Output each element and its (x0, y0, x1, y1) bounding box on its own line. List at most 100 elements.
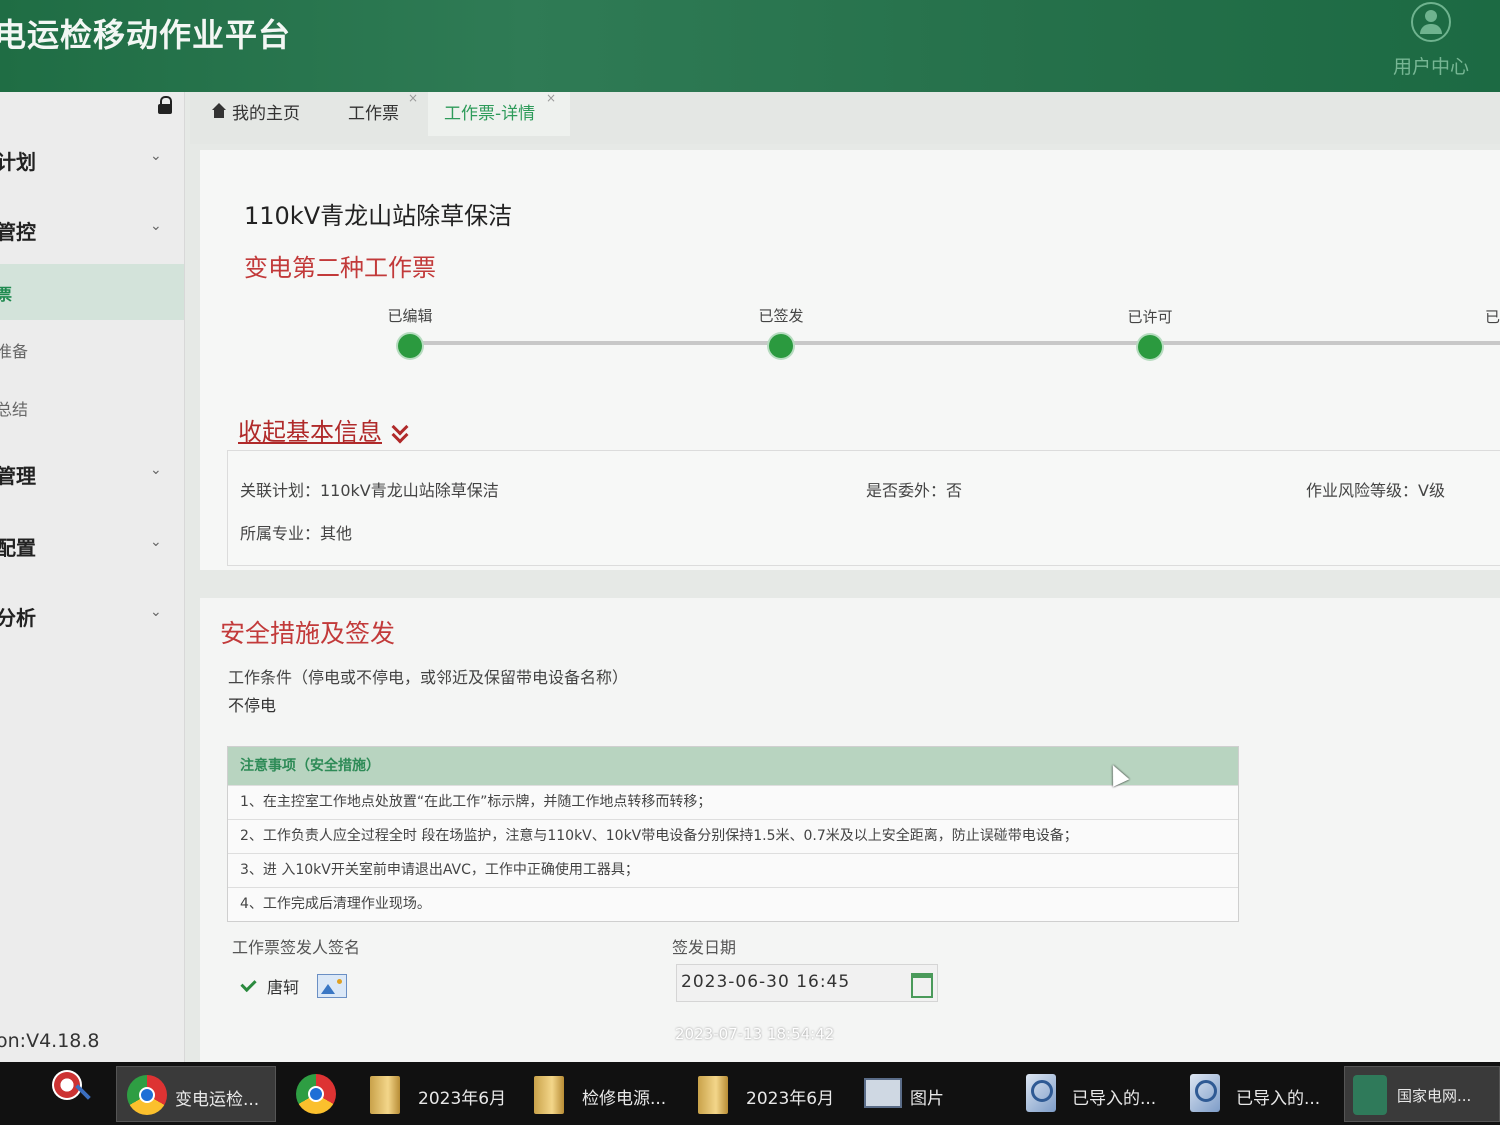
issue-date-label: 签发日期 (672, 938, 737, 957)
taskbar-item-pictures[interactable]: 图片 (856, 1066, 1006, 1122)
tab-work-ticket[interactable]: 工作票 × (332, 91, 438, 136)
user-icon (1411, 2, 1451, 42)
step-next: 已 (1430, 306, 1500, 327)
step-label: 已编辑 (387, 307, 433, 325)
tab-label: 我的主页 (232, 104, 300, 124)
signer-label: 工作票签发人签名 (232, 938, 361, 957)
taskbar-label: 国家电网... (1397, 1087, 1472, 1105)
sidebar-item-config[interactable]: 配置 ⌄ (0, 526, 184, 566)
signer-name: 唐轲 (267, 978, 300, 997)
close-icon[interactable]: × (546, 76, 556, 120)
step-label: 已签发 (758, 307, 804, 325)
ticket-detail-panel: 110kV青龙山站除草保洁 变电第二种工作票 已编辑 已签发 已许可 已 收起基… (200, 150, 1500, 570)
folder-icon (698, 1076, 728, 1114)
taskbar-item-browser[interactable] (286, 1066, 350, 1122)
risk-level: 作业风险等级：Ⅴ级 (1306, 481, 1445, 500)
taskbar-label: 已导入的... (1072, 1089, 1157, 1109)
top-header: 电运检移动作业平台 用户中心 (0, 0, 1500, 92)
chrome-icon (296, 1074, 336, 1114)
precaution-row: 3、进 入10kV开关室前申请退出AVC，工作中正确使用工器具； (228, 853, 1238, 887)
taskbar-item-browser-active[interactable]: 变电运检... (116, 1066, 276, 1122)
chrome-icon (127, 1075, 167, 1115)
sidebar-item-summary[interactable]: 总结 (0, 392, 184, 422)
issue-date-value: 2023-06-30 16:45 (681, 972, 851, 992)
version-label: on:V4.18.8 (0, 1030, 100, 1052)
sidebar-item-label: 总结 (0, 400, 29, 419)
precaution-row: 4、工作完成后清理作业现场。 (228, 887, 1238, 921)
sidebar-item-plan[interactable]: 计划 ⌄ (0, 140, 184, 180)
taskbar-item-import[interactable]: 已导入的... (1182, 1066, 1342, 1122)
import-icon (1026, 1074, 1056, 1112)
calendar-icon[interactable] (911, 973, 933, 998)
sidebar-item-label: 管理 (0, 464, 36, 488)
step-label: 已许可 (1127, 308, 1173, 326)
precaution-row: 2、工作负责人应全过程全时 段在场监护，注意与110kV、10kV带电设备分别保… (228, 819, 1238, 853)
signature-image-icon[interactable] (317, 974, 347, 998)
taskbar: 变电运检... 2023年6月 检修电源... 2023年6月 图片 已导入的.… (0, 1062, 1500, 1125)
section-title: 安全措施及签发 (220, 619, 396, 648)
precautions-table: 注意事项（安全措施） 1、在主控室工作地点处放置“在此工作”标示牌，并随工作地点… (227, 746, 1239, 922)
chevron-down-icon: ⌄ (150, 148, 162, 164)
step-issued: 已签发 (721, 305, 841, 358)
issue-date-field[interactable]: 2023-06-30 16:45 (676, 964, 938, 1002)
import-icon (1190, 1074, 1220, 1112)
taskbar-label: 已导入的... (1236, 1089, 1321, 1109)
specialty: 所属专业：其他 (240, 524, 353, 543)
lock-icon[interactable] (157, 96, 173, 114)
sidebar-item-label: 管控 (0, 220, 36, 244)
step-dot (769, 334, 793, 358)
sidebar-item-control[interactable]: 管控 ⌄ (0, 210, 184, 250)
precautions-header: 注意事项（安全措施） (228, 747, 1238, 785)
snipping-tool-icon[interactable] (52, 1070, 96, 1114)
taskbar-label: 变电运检... (175, 1090, 260, 1110)
step-permitted: 已许可 (1090, 306, 1210, 359)
taskbar-item-folder[interactable]: 检修电源... (526, 1066, 686, 1122)
close-icon[interactable]: × (408, 76, 418, 120)
sidebar-item-label: 准备 (0, 342, 29, 361)
folder-icon (370, 1076, 400, 1114)
sidebar: 计划 ⌄ 管控 ⌄ 票 准备 总结 管理 ⌄ 配置 ⌄ 分析 ⌄ (0, 92, 185, 1062)
work-condition-label: 工作条件（停电或不停电，或邻近及保留带电设备名称） (228, 668, 629, 687)
basic-info-box: 关联计划：110kV青龙山站除草保洁 是否委外：否 作业风险等级：Ⅴ级 所属专业… (227, 450, 1500, 566)
user-center-button[interactable]: 用户中心 (1386, 0, 1476, 92)
tab-bar: 我的主页 工作票 × 工作票-详情 × (190, 91, 1500, 144)
taskbar-item-folder[interactable]: 2023年6月 (362, 1066, 522, 1122)
user-center-label: 用户中心 (1392, 56, 1469, 78)
signer-value: 唐轲 (240, 974, 300, 998)
tab-work-ticket-detail[interactable]: 工作票-详情 × (428, 91, 570, 136)
sidebar-item-ticket[interactable]: 票 (0, 264, 184, 320)
sidebar-item-label: 计划 (0, 150, 36, 174)
chevron-down-icon: ⌄ (150, 534, 162, 550)
collapse-basic-info-link[interactable]: 收起基本信息 (238, 412, 410, 447)
folder-icon (534, 1076, 564, 1114)
page-title: 110kV青龙山站除草保洁 (244, 202, 513, 230)
photo-timestamp: 2023-07-13 18:54:42 (675, 1025, 835, 1043)
sidebar-item-label: 票 (0, 285, 13, 304)
check-icon (240, 975, 257, 993)
step-dot (398, 334, 422, 358)
step-edited: 已编辑 (350, 305, 470, 358)
taskbar-item-import[interactable]: 已导入的... (1018, 1066, 1178, 1122)
taskbar-label: 2023年6月 (746, 1089, 835, 1109)
pictures-icon (864, 1078, 902, 1108)
chevron-double-down-icon (388, 423, 410, 443)
sidebar-item-analysis[interactable]: 分析 ⌄ (0, 596, 184, 636)
chevron-down-icon: ⌄ (150, 604, 162, 620)
taskbar-item-sgcc[interactable]: 国家电网... (1344, 1066, 1500, 1122)
chevron-down-icon: ⌄ (150, 462, 162, 478)
taskbar-label: 检修电源... (582, 1089, 667, 1109)
sidebar-item-prepare[interactable]: 准备 (0, 334, 184, 364)
tab-label: 工作票 (348, 104, 399, 124)
precaution-row: 1、在主控室工作地点处放置“在此工作”标示牌，并随工作地点转移而转移； (228, 785, 1238, 819)
taskbar-label: 图片 (910, 1089, 944, 1109)
work-condition-value: 不停电 (228, 696, 277, 715)
taskbar-item-folder[interactable]: 2023年6月 (690, 1066, 850, 1122)
home-icon (212, 103, 226, 120)
step-dot (1138, 335, 1162, 359)
taskbar-label: 2023年6月 (418, 1089, 507, 1109)
step-label: 已 (1484, 308, 1500, 326)
outsourced-flag: 是否委外：否 (866, 481, 963, 500)
sidebar-item-label: 分析 (0, 606, 36, 630)
sidebar-item-management[interactable]: 管理 ⌄ (0, 454, 184, 494)
tab-home[interactable]: 我的主页 (212, 92, 322, 136)
